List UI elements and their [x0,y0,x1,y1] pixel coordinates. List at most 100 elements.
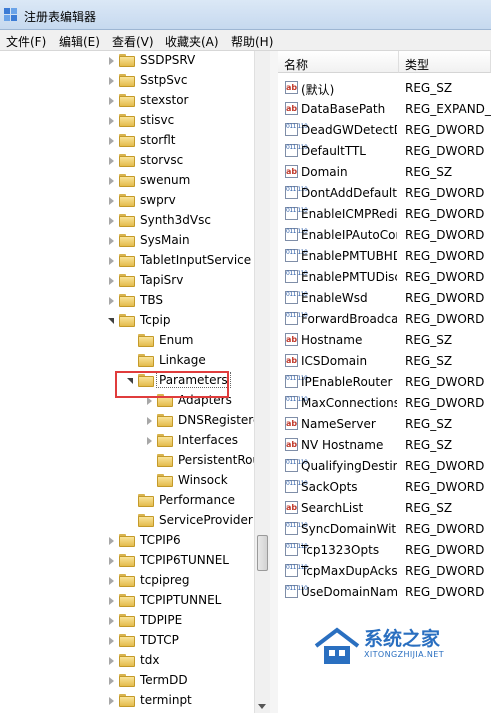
tree-node[interactable]: Linkage [0,351,254,371]
tree-node[interactable]: SSDPSRV [0,51,254,71]
collapsed-arrow-icon[interactable] [106,111,116,131]
value-row[interactable]: 011 110 IPEnableRouter REG_DWORD [278,372,491,393]
tree-node-label[interactable]: terminpt [140,693,192,707]
tree-node[interactable]: TCPIP6TUNNEL [0,551,254,571]
tree-node-label[interactable]: TermDD [140,673,188,687]
tree-node[interactable]: stexstor [0,91,254,111]
tree-node-label[interactable]: TabletInputService [140,253,251,267]
tree-node[interactable]: terminpt [0,691,254,711]
collapsed-arrow-icon[interactable] [106,51,116,71]
collapsed-arrow-icon[interactable] [106,91,116,111]
value-row[interactable]: ab Hostname REG_SZ [278,330,491,351]
collapsed-arrow-icon[interactable] [106,671,116,691]
tree-node[interactable]: DNSRegisteredAdapters [0,411,269,431]
collapsed-arrow-icon[interactable] [106,271,116,291]
collapsed-arrow-icon[interactable] [106,591,116,611]
tree-node-label[interactable]: swprv [140,193,176,207]
tree-node-label[interactable]: TBS [140,293,163,307]
collapsed-arrow-icon[interactable] [106,151,116,171]
tree-node[interactable]: TermDD [0,671,254,691]
tree-node-label[interactable]: Performance [159,493,235,507]
collapsed-arrow-icon[interactable] [106,231,116,251]
value-row[interactable]: ab Domain REG_SZ [278,162,491,183]
column-header-type[interactable]: 类型 [399,51,491,73]
collapsed-arrow-icon[interactable] [106,531,116,551]
value-row[interactable]: 011 110QualifyingDestinationThreshold REG… [278,456,491,477]
tree-node-label[interactable]: SstpSvc [140,73,188,87]
collapsed-arrow-icon[interactable] [106,191,116,211]
collapsed-arrow-icon[interactable] [106,171,116,191]
tree-node[interactable]: TBS [0,291,254,311]
collapsed-arrow-icon[interactable] [106,211,116,231]
collapsed-arrow-icon[interactable] [106,291,116,311]
registry-value-list[interactable]: 名称 类型 ab (默认) REG_SZ ab DataBasePath REG_EXPA… [278,51,491,713]
collapsed-arrow-icon[interactable] [144,411,154,431]
tree-node-label[interactable]: storflt [140,133,176,147]
value-row[interactable]: 011 110EnablePMTUBHDetect REG_DWORD [278,246,491,267]
value-row[interactable]: 011 110ForwardBroadcasts REG_DWORD [278,309,491,330]
tree-node[interactable]: TDPIPE [0,611,254,631]
menu-edit[interactable]: 编辑(E) [59,33,100,50]
tree-node[interactable]: swprv [0,191,254,211]
menu-favorites[interactable]: 收藏夹(A) [165,33,219,50]
value-row[interactable]: 011 110 EnableWsd REG_DWORD [278,288,491,309]
tree-node[interactable]: TCPIPTUNNEL [0,591,254,611]
value-row[interactable]: 011 110 DefaultTTL REG_DWORD [278,141,491,162]
collapsed-arrow-icon[interactable] [106,251,116,271]
tree-node[interactable]: Winsock [0,471,254,491]
pane-splitter[interactable] [270,51,278,713]
tree-node[interactable]: TapiSrv [0,271,254,291]
tree-node[interactable]: SstpSvc [0,71,254,91]
value-row[interactable]: 011 110EnableIPAutoConfigurationLimits RE… [278,225,491,246]
tree-node-label[interactable]: TDPIPE [140,613,182,627]
tree-node-label[interactable]: TCPIP6TUNNEL [140,553,229,567]
value-row[interactable]: ab SearchList REG_SZ [278,498,491,519]
value-row[interactable]: 011 110DontAddDefaultGatewayDefault REG_D… [278,183,491,204]
tree-node[interactable]: TCPIP6 [0,531,254,551]
value-row[interactable]: 011 110UseDomainNameDevolution REG_DWORD [278,582,491,603]
value-row[interactable]: ab NameServer REG_SZ [278,414,491,435]
tree-node[interactable]: ServiceProvider [0,511,254,531]
tree-node-label[interactable]: SSDPSRV [140,53,195,67]
tree-node[interactable]: tdx [0,651,254,671]
value-row[interactable]: 011 110MaxConnectionsPerServer REG_DWORD [278,393,491,414]
tree-node-label[interactable]: stisvc [140,113,174,127]
tree-node-label[interactable]: storvsc [140,153,183,167]
scrollbar-thumb[interactable] [257,535,268,571]
value-row[interactable]: 011 110 SackOpts REG_DWORD [278,477,491,498]
value-row[interactable]: ab ICSDomain REG_SZ [278,351,491,372]
tree-node-label[interactable]: Linkage [159,353,206,367]
tree-node-label[interactable]: tdx [140,653,159,667]
tree-node[interactable]: stisvc [0,111,254,131]
value-row[interactable]: 011 110 TcpMaxDupAcks REG_DWORD [278,561,491,582]
tree-node[interactable]: Performance [0,491,254,511]
tree-node[interactable]: PersistentRoutes [0,451,269,471]
tree-node[interactable]: Synth3dVsc [0,211,254,231]
collapsed-arrow-icon[interactable] [106,551,116,571]
menu-help[interactable]: 帮助(H) [231,33,273,50]
menu-view[interactable]: 查看(V) [112,33,154,50]
tree-node-label[interactable]: SysMain [140,233,190,247]
tree-node[interactable]: Tcpip [0,311,254,331]
tree-node[interactable]: TDTCP [0,631,254,651]
tree-node-label[interactable]: Winsock [178,473,228,487]
tree-node[interactable]: Enum [0,331,254,351]
value-row[interactable]: 011 110EnablePMTUDiscovery REG_DWORD [278,267,491,288]
tree-node-label[interactable]: stexstor [140,93,188,107]
tree-node-label[interactable]: ServiceProvider [159,513,253,527]
value-row[interactable]: 011 110EnableICMPRedirect REG_DWORD [278,204,491,225]
tree-node-label[interactable]: TCPIP6 [140,533,181,547]
tree-node[interactable]: Interfaces [0,431,254,451]
collapsed-arrow-icon[interactable] [106,71,116,91]
tree-node-label[interactable]: tcpipreg [140,573,190,587]
value-row[interactable]: ab (默认) REG_SZ [278,78,491,99]
tree-node-label[interactable]: TCPIPTUNNEL [140,593,221,607]
collapsed-arrow-icon[interactable] [106,691,116,711]
column-header-name[interactable]: 名称 [278,51,399,73]
tree-node-label[interactable]: TapiSrv [140,273,183,287]
tree-node-label[interactable]: Interfaces [178,433,238,447]
tree-node-label[interactable]: Tcpip [140,313,170,327]
value-row[interactable]: 011 110DeadGWDetectDefault REG_DWORD [278,120,491,141]
tree-node[interactable]: tcpipreg [0,571,254,591]
tree-node[interactable]: storflt [0,131,254,151]
